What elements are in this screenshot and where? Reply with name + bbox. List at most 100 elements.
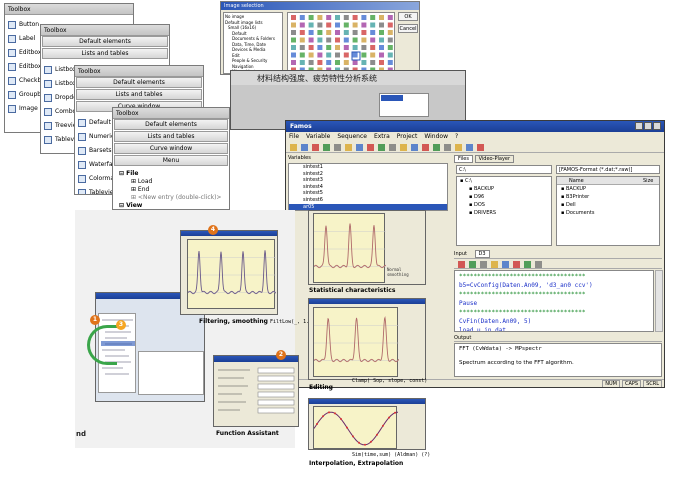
menu-tree-item[interactable]: ⊟ File [119, 170, 138, 178]
menu-item-project[interactable]: Project [397, 133, 418, 140]
toolbox-item-icon [8, 76, 16, 85]
col-name[interactable]: Name [569, 177, 584, 185]
menu-item-q[interactable]: ? [455, 133, 458, 140]
toolbox1-item-0[interactable]: Button [8, 18, 39, 31]
menu-item-variable[interactable]: Variable [306, 133, 330, 140]
menu-item-file[interactable]: File [289, 133, 299, 140]
code-scrollbar[interactable] [655, 270, 663, 332]
toolbox-item-icon [78, 160, 86, 169]
menu-tree-item[interactable]: ⊟ View [119, 202, 142, 209]
input-toolbar [454, 260, 662, 269]
menu-button[interactable]: Menu [114, 155, 228, 166]
filter-select[interactable]: [FAMOS-Format (*.dat;*.raw)] [556, 165, 660, 174]
variable-item[interactable]: sintest4 [289, 184, 447, 191]
lists-and-tables-button[interactable]: Lists and tables [114, 131, 228, 142]
menu-tree-item[interactable]: ⊞ <New entry (double-click)> [131, 194, 221, 202]
output-line: Spectrum according to the FFT algorithm. [459, 360, 574, 366]
toolbox-item-label: Image [19, 105, 38, 112]
tab-files[interactable]: Files [454, 155, 473, 163]
toolbox2-item-1[interactable]: Listbox [44, 77, 76, 90]
lists-and-tables-button[interactable]: Lists and tables [42, 48, 168, 59]
default-elements-button[interactable]: Default elements [42, 36, 168, 47]
toolbox1-item-3[interactable]: Editbox [8, 60, 41, 73]
image-grid[interactable] [287, 12, 395, 74]
directory-item[interactable]: ▪ C:\ [457, 177, 551, 185]
file-list-header: Name Size [557, 177, 659, 185]
toolbox-item-icon [8, 62, 16, 71]
form-fields-icon [218, 367, 295, 414]
cancel-button[interactable]: Cancel [398, 24, 418, 33]
tab-video-player[interactable]: Video-Player [474, 155, 515, 163]
maximize-icon[interactable] [644, 122, 652, 130]
close-icon[interactable] [653, 122, 661, 130]
default-elements-button[interactable]: Default elements [76, 77, 202, 88]
toolbox-item-label: Editbox [19, 49, 42, 56]
variable-item[interactable]: sintest2 [289, 171, 447, 178]
statistics-curve-icon [313, 223, 387, 269]
toolbox-item-icon [44, 135, 52, 144]
code-editor[interactable]: *********************************** b5=Cv… [454, 270, 654, 332]
input-toolbar-icons [458, 261, 542, 268]
filtering-window [180, 230, 278, 315]
toolbox-item-label: Label [19, 35, 36, 42]
curve-window-button[interactable]: Curve window [114, 143, 228, 154]
file-list[interactable]: Name Size ▪ BACKUP ▪ B3Printer ▪ Dell ▪ Doc… [556, 176, 660, 246]
status-indicator: NUM [602, 380, 620, 387]
chinese-banner-title: 材料结构强度、疲劳特性分析系统 [257, 74, 377, 83]
toolbox-item-icon [78, 174, 86, 183]
variable-item[interactable]: sintest3 [289, 177, 447, 184]
directory-item[interactable]: ▪ D96 [457, 193, 551, 201]
toolbox1-item-2[interactable]: Editbox [8, 46, 41, 59]
default-elements-button[interactable]: Default elements [114, 119, 228, 130]
variables-label: Variables [288, 155, 311, 161]
ok-button[interactable]: OK [398, 12, 418, 21]
collage-app-list [138, 351, 204, 395]
image-list-tree[interactable]: No image Default image lists Small (16x16)… [223, 12, 283, 74]
directory-item[interactable]: ▪ DRIVERS [457, 209, 551, 217]
variable-item[interactable]: sintest6 [289, 197, 447, 204]
toolbox3-item-3[interactable]: Waterfall [78, 158, 116, 171]
interpolation-plot [313, 406, 398, 449]
files-tabs: Files Video-Player [454, 155, 662, 164]
lists-and-tables-button[interactable]: Lists and tables [76, 89, 202, 100]
toolbox-title: Toolbox [113, 108, 229, 119]
toolbox3-item-1[interactable]: Numeric [78, 130, 114, 143]
variable-item[interactable]: sintest5 [289, 190, 447, 197]
caption-editing: Editing [309, 384, 333, 391]
menu-item-sequence[interactable]: Sequence [337, 133, 367, 140]
directory-tree[interactable]: ▪ C:\ ▪ BACKUP ▪ D96 ▪ DOS ▪ DRIVERS [456, 176, 552, 246]
badge-4: 4 [208, 225, 218, 235]
file-item[interactable]: ▪ BACKUP [557, 185, 659, 193]
file-item[interactable]: ▪ Dell [557, 201, 659, 209]
toolbox1-item-6[interactable]: Image [8, 102, 38, 115]
menu-tree-item[interactable]: ⊞ Load [131, 178, 152, 186]
variables-list[interactable]: sintest1 sintest2 sintest3 sintest4 sintest5… [288, 163, 448, 211]
toolbox-window-4: Toolbox Default elements Lists and table… [112, 107, 230, 210]
image-selection-dialog: Image selection No image Default image li… [220, 1, 420, 75]
image-tree-item[interactable]: Documents & Folders [225, 36, 281, 42]
menu-item-extra[interactable]: Extra [374, 133, 390, 140]
minimize-icon[interactable] [635, 122, 643, 130]
directory-item[interactable]: ▪ DOS [457, 201, 551, 209]
toolbox3-item-2[interactable]: Barsets [78, 144, 112, 157]
toolbox1-item-1[interactable]: Label [8, 32, 35, 45]
editing-window [308, 298, 426, 380]
variable-item[interactable]: sintest1 [289, 164, 447, 171]
drive-select[interactable]: C:\ [456, 165, 552, 174]
col-size[interactable]: Size [643, 177, 653, 185]
toolbox-item-icon [44, 121, 52, 130]
tab-d3[interactable]: D3 [474, 250, 490, 258]
toolbar-icons [290, 144, 484, 151]
menu-item-window[interactable]: Window [424, 133, 448, 140]
code-line: Pause [459, 300, 478, 307]
function-assistant-dialog [213, 355, 299, 427]
toolbox3-item-0[interactable]: Default [78, 116, 111, 129]
toolbox-title: Toolbox [41, 25, 169, 36]
menu-tree-item[interactable]: ⊞ End [131, 186, 149, 194]
filtering-title-bar [181, 231, 277, 236]
directory-item[interactable]: ▪ BACKUP [457, 185, 551, 193]
editing-title-bar [309, 299, 425, 304]
file-item[interactable]: ▪ Documents [557, 209, 659, 217]
file-item[interactable]: ▪ B3Printer [557, 193, 659, 201]
interpolation-title-bar [309, 399, 425, 404]
